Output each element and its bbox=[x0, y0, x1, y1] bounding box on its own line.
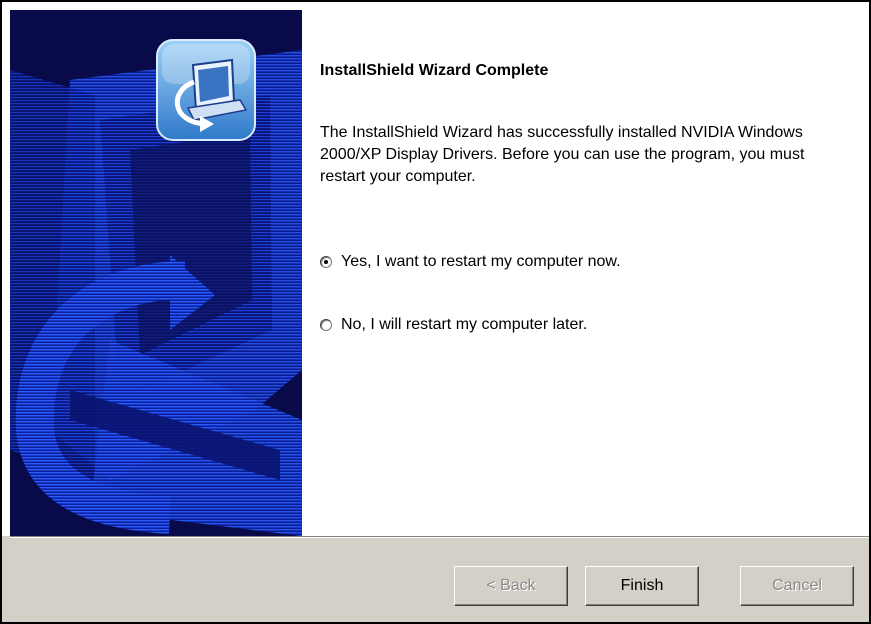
restart-now-option[interactable]: Yes, I want to restart my computer now. bbox=[320, 253, 621, 271]
installshield-wizard-window: InstallShield Wizard Complete The Instal… bbox=[0, 0, 871, 624]
computer-graphic bbox=[10, 10, 302, 536]
page-title: InstallShield Wizard Complete bbox=[320, 62, 549, 79]
cancel-button[interactable]: Cancel bbox=[740, 566, 854, 606]
computer-setup-icon bbox=[156, 39, 256, 141]
restart-later-option[interactable]: No, I will restart my computer later. bbox=[320, 316, 587, 334]
wizard-side-banner bbox=[10, 10, 302, 536]
radio-dot-icon bbox=[324, 260, 328, 264]
radio-button-selected[interactable] bbox=[320, 256, 332, 268]
back-button[interactable]: < Back bbox=[454, 566, 568, 606]
completion-message: The InstallShield Wizard has successfull… bbox=[320, 124, 805, 185]
footer-divider bbox=[10, 536, 869, 538]
radio-button-unselected[interactable] bbox=[320, 319, 332, 331]
finish-button[interactable]: Finish bbox=[585, 566, 699, 606]
restart-later-label: No, I will restart my computer later. bbox=[341, 316, 588, 333]
restart-now-label: Yes, I want to restart my computer now. bbox=[341, 253, 621, 270]
wizard-content-panel: InstallShield Wizard Complete The Instal… bbox=[302, 2, 869, 536]
